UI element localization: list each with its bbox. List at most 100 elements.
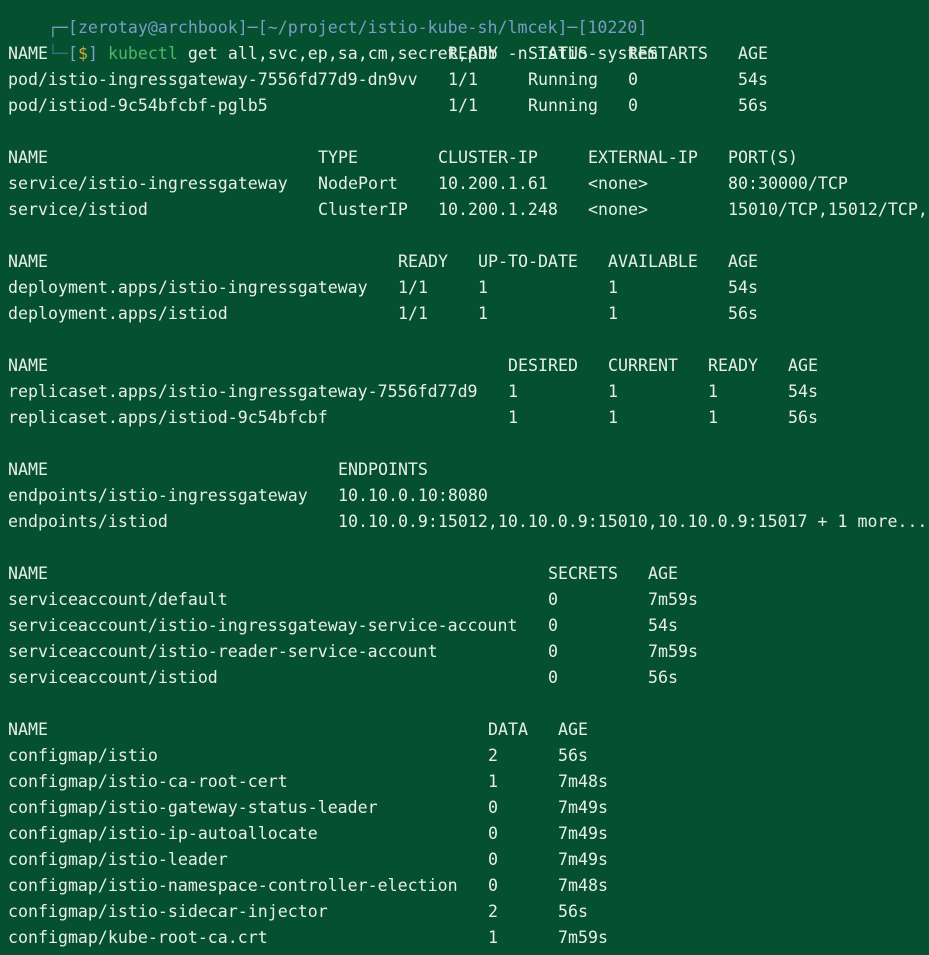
serviceaccount-age: 56s [648,668,678,687]
replicaset-current: 1 [608,408,618,427]
replicaset-age: 56s [788,408,818,427]
configmap-name: configmap/istio-ca-root-cert [8,772,288,791]
deployment-ready: 1/1 [398,304,428,323]
replicaset-ready: 1 [708,408,718,427]
replicaset-name: replicaset.apps/istiod-9c54bfcbf [8,408,328,427]
pod-restarts: 0 [628,96,638,115]
header-current: CURRENT [608,356,678,375]
serviceaccount-secrets: 0 [548,668,558,687]
pod-ready: 1/1 [448,96,478,115]
configmap-age: 7m59s [558,928,608,947]
header-name: NAME [8,356,48,375]
endpoint-addresses: 10.10.0.9:15012,10.10.0.9:15010,10.10.0.… [338,512,928,531]
header-age: AGE [788,356,818,375]
table-header: NAME ENDPOINTS [8,457,929,483]
service-cluster-ip: 10.200.1.248 [438,200,558,219]
replicaset-current: 1 [608,382,618,401]
table-row: replicaset.apps/istiod-9c54bfcbf 1 1 1 5… [8,405,929,431]
header-desired: DESIRED [508,356,578,375]
header-ready: READY [448,44,498,63]
header-age: AGE [728,252,758,271]
table-header: NAME DESIRED CURRENT READY AGE [8,353,929,379]
deployment-age: 54s [728,278,758,297]
configmap-age: 7m48s [558,772,608,791]
service-ports: 80:30000/TCP [728,174,848,193]
deployment-available: 1 [608,278,618,297]
serviceaccounts-table: NAME SECRETS AGE serviceaccount/default … [8,561,929,691]
table-row: serviceaccount/default 0 7m59s [8,587,929,613]
header-cluster-ip: CLUSTER-IP [438,148,538,167]
configmap-data: 0 [488,850,498,869]
table-header: NAME READY UP-TO-DATE AVAILABLE AGE [8,249,929,275]
serviceaccount-name: serviceaccount/istio-ingressgateway-serv… [8,616,518,635]
configmap-data: 2 [488,746,498,765]
service-external-ip: <none> [588,200,648,219]
table-row: configmap/istio-ca-root-cert 1 7m48s [8,769,929,795]
table-header: NAME READY STATUS RESTARTS AGE [8,41,929,67]
deployment-age: 56s [728,304,758,323]
header-type: TYPE [318,148,358,167]
configmap-name: configmap/istio-sidecar-injector [8,902,328,921]
table-header: NAME SECRETS AGE [8,561,929,587]
pod-name: pod/istiod-9c54bfcbf-pglb5 [8,96,268,115]
table-row: endpoints/istio-ingressgateway 10.10.0.1… [8,483,929,509]
serviceaccount-secrets: 0 [548,616,558,635]
configmap-name: configmap/kube-root-ca.crt [8,928,268,947]
table-row: configmap/kube-root-ca.crt 1 7m59s [8,925,929,951]
header-name: NAME [8,44,48,63]
configmap-age: 56s [558,746,588,765]
table-row: service/istiod ClusterIP 10.200.1.248 <n… [8,197,929,223]
endpoint-addresses: 10.10.0.10:8080 [338,486,488,505]
configmap-data: 0 [488,798,498,817]
header-age: AGE [738,44,768,63]
serviceaccount-age: 7m59s [648,642,698,661]
serviceaccount-name: serviceaccount/default [8,590,228,609]
terminal-output: ┌─[zerotay@archbook]─[~/project/istio-ku… [8,0,929,951]
table-row: deployment.apps/istiod 1/1 1 1 56s [8,301,929,327]
table-header: NAME TYPE CLUSTER-IP EXTERNAL-IP PORT(S) [8,145,929,171]
serviceaccount-secrets: 0 [548,642,558,661]
replicaset-age: 54s [788,382,818,401]
table-row: serviceaccount/istio-reader-service-acco… [8,639,929,665]
configmap-age: 7m49s [558,850,608,869]
table-row: configmap/istio-leader 0 7m49s [8,847,929,873]
table-row: configmap/istio-namespace-controller-ele… [8,873,929,899]
configmap-age: 7m49s [558,798,608,817]
endpoints-table: NAME ENDPOINTS endpoints/istio-ingressga… [8,457,929,535]
header-up-to-date: UP-TO-DATE [478,252,578,271]
replicaset-desired: 1 [508,382,518,401]
serviceaccount-name: serviceaccount/istio-reader-service-acco… [8,642,438,661]
deployment-available: 1 [608,304,618,323]
table-row: service/istio-ingressgateway NodePort 10… [8,171,929,197]
table-row: endpoints/istiod 10.10.0.9:15012,10.10.0… [8,509,929,535]
table-row: serviceaccount/istio-ingressgateway-serv… [8,613,929,639]
header-name: NAME [8,252,48,271]
header-name: NAME [8,564,48,583]
configmap-name: configmap/istio-ip-autoallocate [8,824,318,843]
deployment-name: deployment.apps/istio-ingressgateway [8,278,368,297]
pod-name: pod/istio-ingressgateway-7556fd77d9-dn9v… [8,70,418,89]
configmap-data: 0 [488,876,498,895]
service-cluster-ip: 10.200.1.61 [438,174,548,193]
endpoint-name: endpoints/istio-ingressgateway [8,486,308,505]
table-row: replicaset.apps/istio-ingressgateway-755… [8,379,929,405]
header-external-ip: EXTERNAL-IP [588,148,698,167]
configmap-age: 7m49s [558,824,608,843]
header-name: NAME [8,460,48,479]
replicaset-name: replicaset.apps/istio-ingressgateway-755… [8,382,478,401]
configmap-age: 56s [558,902,588,921]
deployment-name: deployment.apps/istiod [8,304,228,323]
table-row: pod/istio-ingressgateway-7556fd77d9-dn9v… [8,67,929,93]
service-name: service/istio-ingressgateway [8,174,288,193]
service-ports: 15010/TCP,15012/TCP, [728,200,928,219]
service-type: ClusterIP [318,200,408,219]
replicaset-desired: 1 [508,408,518,427]
table-row: configmap/istio-ip-autoallocate 0 7m49s [8,821,929,847]
header-ready: READY [708,356,758,375]
command-line[interactable]: └─[$] kubectl get all,svc,ep,sa,cm,secre… [8,15,929,63]
configmap-name: configmap/istio-leader [8,850,228,869]
configmap-data: 1 [488,772,498,791]
pod-restarts: 0 [628,70,638,89]
header-name: NAME [8,720,48,739]
serviceaccount-age: 7m59s [648,590,698,609]
